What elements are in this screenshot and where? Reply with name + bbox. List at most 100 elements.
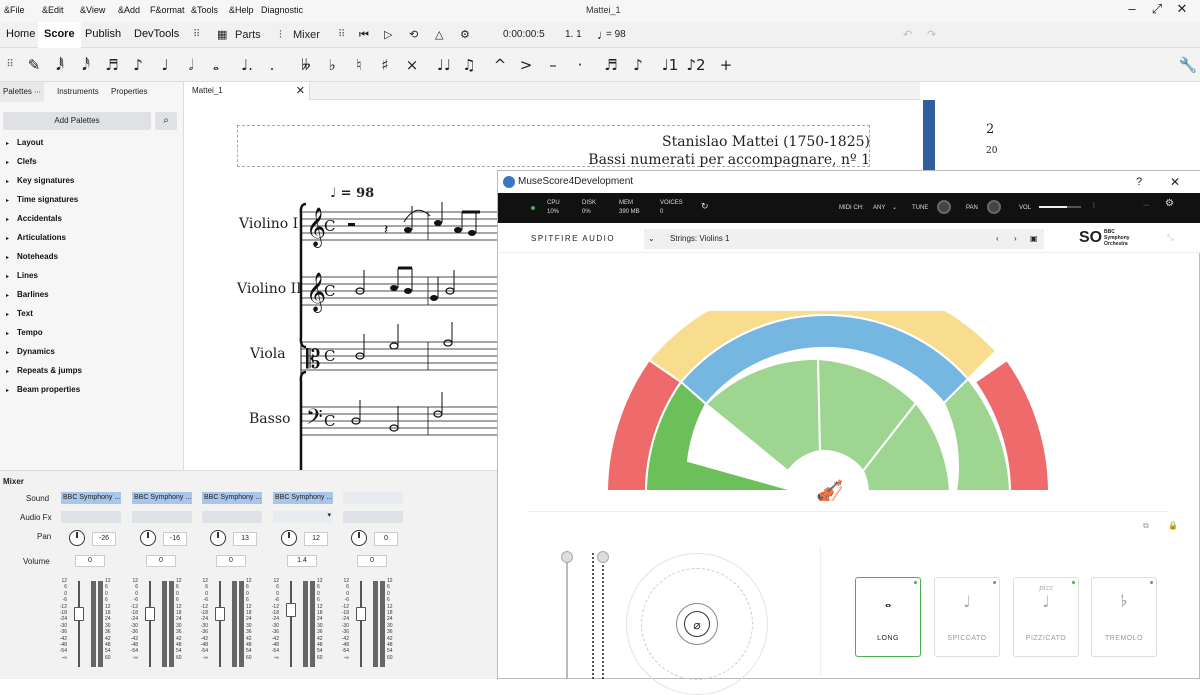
- chevron-right-icon[interactable]: ›: [1014, 229, 1017, 249]
- sound-select[interactable]: BBC Symphony ...: [132, 492, 192, 504]
- sound-select[interactable]: BBC Symphony ...: [202, 492, 262, 504]
- expression-slider-thumb[interactable]: [561, 551, 573, 563]
- articulation-spiccato[interactable]: ♩ SPICCATO: [934, 577, 1000, 657]
- quarter-note-icon[interactable]: ♩: [155, 54, 175, 76]
- score-tab[interactable]: Mattei_1 ✕: [184, 82, 310, 100]
- pan-value[interactable]: 12: [304, 532, 328, 546]
- close-icon[interactable]: ✕: [1172, 1, 1192, 17]
- volume-fader-thumb[interactable]: [215, 607, 225, 621]
- midi-channel-select[interactable]: ANY: [873, 204, 885, 212]
- search-icon[interactable]: ⌕: [155, 112, 177, 130]
- articulation-long[interactable]: 𝅝 LONG: [855, 577, 921, 657]
- menu-diagnostic[interactable]: Diagnostic: [261, 5, 303, 15]
- composer-text[interactable]: Stanislao Mattei (1750-1825): [604, 134, 870, 150]
- voice-1-icon[interactable]: ♩1: [660, 54, 680, 76]
- dynamics-slider-track[interactable]: [592, 553, 594, 679]
- keyboard-icon[interactable]: ⧉: [1143, 521, 1149, 531]
- pan-knob[interactable]: [210, 530, 226, 546]
- audio-fx-select[interactable]: ▾: [273, 511, 333, 523]
- volume-slider[interactable]: [1039, 206, 1081, 208]
- palette-item[interactable]: ▸ Layout: [6, 138, 43, 147]
- palette-item[interactable]: ▸ Noteheads: [6, 252, 58, 261]
- volume-fader-thumb[interactable]: [74, 607, 84, 621]
- voice-2-icon[interactable]: ♪2: [686, 54, 706, 76]
- customize-toolbar-icon[interactable]: 🔧: [1178, 54, 1198, 76]
- volume-value[interactable]: 0: [75, 555, 105, 567]
- palette-item[interactable]: ▸ Accidentals: [6, 214, 62, 223]
- expression-slider-track[interactable]: [566, 551, 568, 679]
- tab-devtools[interactable]: DevTools: [128, 22, 185, 48]
- volume-fader-thumb[interactable]: [145, 607, 155, 621]
- slider-thumb[interactable]: [597, 551, 609, 563]
- chevron-down-icon[interactable]: ⌄: [892, 204, 897, 212]
- refresh-icon[interactable]: ↻: [701, 202, 709, 211]
- audio-fx-select[interactable]: [132, 511, 192, 523]
- orchestra-seating-map[interactable]: 🎻: [598, 311, 1098, 501]
- pan-knob[interactable]: [281, 530, 297, 546]
- volume-fader-thumb[interactable]: [356, 607, 366, 621]
- volume-fader-track[interactable]: [219, 581, 221, 667]
- lock-icon[interactable]: 🔒: [1168, 521, 1178, 530]
- rewind-icon[interactable]: ⏮: [359, 25, 369, 45]
- double-flat-icon[interactable]: 𝄫: [296, 54, 316, 76]
- slur-icon[interactable]: ♫: [459, 54, 479, 76]
- sharp-icon[interactable]: ♯: [375, 54, 395, 76]
- loop-icon[interactable]: ⟲: [409, 25, 418, 45]
- palette-item[interactable]: ▸ Key signatures: [6, 176, 74, 185]
- minimize-icon[interactable]: –: [1122, 1, 1142, 16]
- flip-direction-icon[interactable]: ♪: [628, 54, 648, 76]
- menu-help[interactable]: &Help: [229, 5, 254, 15]
- redo-icon[interactable]: ↷: [927, 25, 936, 45]
- 64th-note-icon[interactable]: 𝅘𝅥𝅱: [50, 54, 70, 76]
- palette-item[interactable]: ▸ Text: [6, 309, 33, 318]
- mixer-icon[interactable]: ⫶: [279, 25, 282, 45]
- parts-button[interactable]: Parts: [235, 25, 261, 45]
- natural-icon[interactable]: ♮: [349, 54, 369, 76]
- volume-fader-track[interactable]: [360, 581, 362, 667]
- tab-home[interactable]: Home: [0, 22, 41, 48]
- pan-knob[interactable]: [140, 530, 156, 546]
- whole-note-icon[interactable]: 𝅝: [206, 54, 226, 76]
- dotted-note-icon[interactable]: ♩.: [237, 54, 257, 76]
- palette-item[interactable]: ▸ Lines: [6, 271, 38, 280]
- add-icon[interactable]: +: [716, 54, 736, 76]
- mixer-button[interactable]: Mixer: [293, 25, 320, 45]
- pan-knob[interactable]: [987, 200, 1001, 214]
- undo-icon[interactable]: ↶: [903, 25, 912, 45]
- menu-file[interactable]: &File: [4, 5, 25, 15]
- add-palettes-button[interactable]: Add Palettes: [3, 112, 151, 130]
- note-input-pen-icon[interactable]: ✎: [24, 54, 44, 76]
- accent-icon[interactable]: >: [516, 54, 536, 76]
- tab-properties[interactable]: Properties: [108, 82, 150, 102]
- sound-select[interactable]: [343, 492, 403, 504]
- vibrato-slider-track[interactable]: [602, 553, 604, 679]
- volume-value[interactable]: 0: [357, 555, 387, 567]
- collapse-icon[interactable]: ⤡: [1167, 233, 1173, 243]
- tuplet-icon[interactable]: ♬: [601, 54, 621, 76]
- play-icon[interactable]: ▷: [384, 25, 392, 45]
- palette-item[interactable]: ▸ Dynamics: [6, 347, 55, 356]
- palette-item[interactable]: ▸ Barlines: [6, 290, 49, 299]
- more-icon[interactable]: ⋮: [1091, 202, 1097, 210]
- pan-value[interactable]: -26: [92, 532, 116, 546]
- volume-value[interactable]: 1.4: [287, 555, 317, 567]
- volume-fader-track[interactable]: [149, 581, 151, 667]
- pan-value[interactable]: 0: [374, 532, 398, 546]
- preset-selector[interactable]: ⌄ Strings: Violins 1 ‹ › ▣: [644, 229, 1044, 249]
- close-tab-icon[interactable]: ✕: [296, 82, 305, 100]
- sound-select[interactable]: BBC Symphony ...: [273, 492, 333, 504]
- menu-add[interactable]: &Add: [118, 5, 140, 15]
- tab-publish[interactable]: Publish: [79, 22, 127, 48]
- flat-icon[interactable]: ♭: [322, 54, 342, 76]
- maximize-icon[interactable]: ⤢: [1147, 1, 1167, 17]
- more-icon[interactable]: ⋯: [1143, 202, 1149, 210]
- parts-icon[interactable]: ▦: [217, 25, 227, 45]
- drag-handle-icon[interactable]: ⠿: [193, 25, 200, 45]
- eighth-note-icon[interactable]: ♪: [128, 54, 148, 76]
- staccato-icon[interactable]: ·: [570, 54, 590, 76]
- help-icon[interactable]: ?: [1136, 171, 1142, 193]
- playback-settings-icon[interactable]: ⚙: [460, 25, 470, 45]
- chevron-left-icon[interactable]: ‹: [996, 229, 999, 249]
- drag-handle-icon[interactable]: ⠿: [0, 54, 20, 76]
- articulation-tremolo[interactable]: 𝄬 TREMOLO: [1091, 577, 1157, 657]
